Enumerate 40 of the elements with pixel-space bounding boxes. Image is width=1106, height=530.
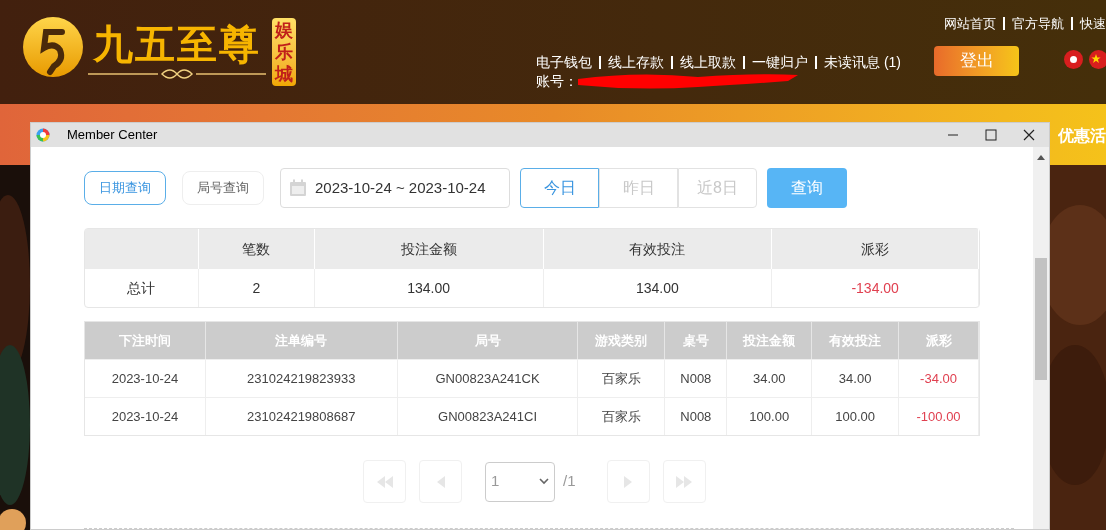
table-cell: 134.00 [314,269,544,307]
table-cell: 231024219823933 [205,360,398,397]
table-cell: -34.00 [899,360,979,397]
table-cell: 134.00 [543,269,773,307]
account-label: 账号： [536,71,578,91]
table-cell: 2 [198,269,315,307]
column-header: 投注金额 [314,229,544,269]
table-cell: 34.00 [812,360,900,397]
logo-badge: 娱乐城 [272,18,296,86]
table-cell: N008 [665,398,728,435]
table-cell: GN00823A241CI [397,398,579,435]
page-total: /1 [563,471,576,492]
table-cell: -134.00 [772,269,979,307]
table-cell: 百家乐 [578,360,666,397]
table-cell: N008 [665,360,728,397]
table-cell: -100.00 [899,398,979,435]
column-header: 笔数 [198,229,315,269]
query-tab[interactable]: 局号查询 [182,171,264,205]
logo-title: 九五至尊 [93,21,261,68]
table-cell: 34.00 [727,360,813,397]
top-link[interactable]: 快速 [1080,14,1106,34]
nav-link[interactable]: 线上取款 [680,51,736,73]
table-cell: 2023-10-24 [85,360,206,397]
date-range-field[interactable]: 2023-10-24 ~ 2023-10-24 [280,168,510,208]
table-cell: 总计 [85,269,199,307]
table-cell: 2023-10-24 [85,398,206,435]
column-header: 派彩 [772,229,979,269]
nav-link[interactable]: 一键归户 [752,51,808,73]
table-cell: 百家乐 [578,398,666,435]
nav-link[interactable]: 线上存款 [608,51,664,73]
table-cell: 100.00 [727,398,813,435]
nav-link[interactable]: 电子钱包 [536,51,592,73]
top-link[interactable]: 官方导航 [1012,14,1064,34]
nav-link[interactable]: 未读讯息 (1) [824,51,901,73]
table-cell: 100.00 [812,398,900,435]
top-link[interactable]: 网站首页 [944,14,996,34]
column-header: 有效投注 [543,229,773,269]
table-cell: GN00823A241CK [397,360,579,397]
window-title: Member Center [67,126,158,145]
table-cell: 231024219808687 [205,398,398,435]
